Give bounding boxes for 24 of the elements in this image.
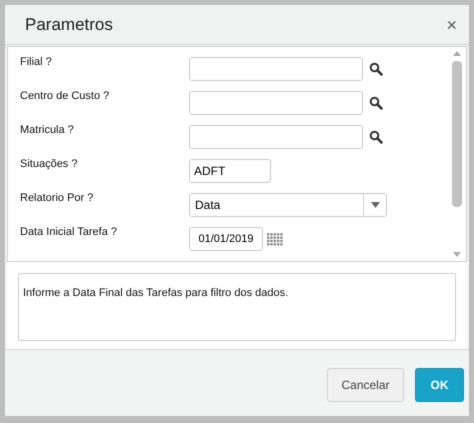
search-icon[interactable] — [369, 96, 383, 110]
input-field[interactable] — [189, 57, 363, 81]
scroll-up-icon[interactable] — [453, 51, 461, 56]
dropdown-arrow-icon — [370, 202, 380, 208]
search-icon[interactable] — [369, 62, 383, 76]
input-field[interactable] — [189, 91, 363, 115]
field-label: Situações ? — [20, 157, 78, 172]
search-icon[interactable] — [369, 130, 383, 144]
calendar-icon[interactable] — [267, 232, 283, 246]
field-label: Relatorio Por ? — [20, 191, 94, 206]
field-label: Filial ? — [20, 55, 53, 70]
date-field[interactable]: 01/01/2019 — [189, 227, 263, 251]
input-field[interactable]: ADFT — [189, 159, 271, 183]
field-label: Centro de Custo ? — [20, 89, 110, 104]
close-button[interactable]: × — [446, 16, 457, 34]
field-label: Data Inicial Tarefa ? — [20, 225, 118, 240]
help-text: Informe a Data Final das Tarefas para filtro dos dados. — [23, 287, 288, 299]
scroll-down-icon[interactable] — [453, 252, 461, 257]
cancel-button[interactable]: Cancelar — [327, 368, 404, 402]
select-field[interactable]: Data — [189, 193, 387, 217]
input-field[interactable] — [189, 125, 363, 149]
window-title: Parametros — [25, 14, 113, 36]
field-label: Matricula ? — [20, 123, 75, 138]
scrollbar-thumb[interactable] — [452, 61, 462, 207]
